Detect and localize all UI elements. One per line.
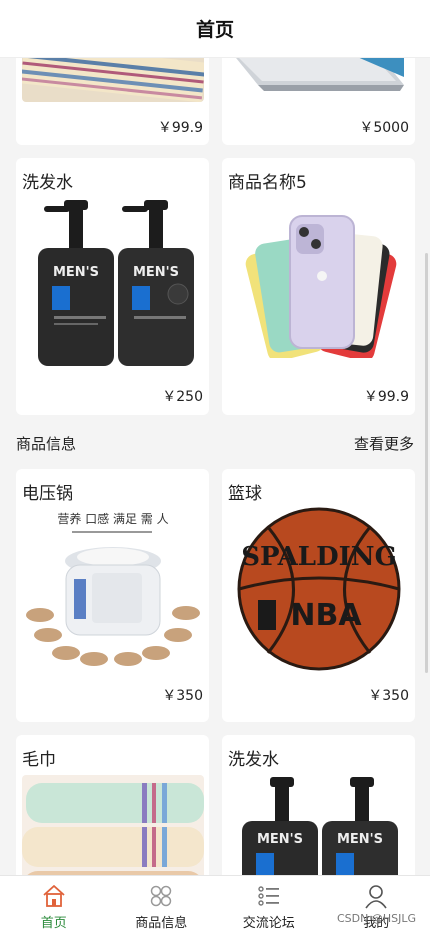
product-price: ￥99.9: [157, 120, 203, 136]
tab-products[interactable]: 商品信息: [108, 876, 216, 935]
laptop-image: [228, 58, 410, 95]
product-card[interactable]: ￥5000: [222, 58, 415, 145]
svg-text:MEN'S: MEN'S: [337, 832, 383, 847]
product-card[interactable]: ￥99.9: [16, 58, 209, 145]
product-price: ￥250: [162, 389, 203, 405]
top-nav-bar: 首页: [0, 0, 430, 58]
bottom-tab-bar: 首页 商品信息 交流论坛 我的: [0, 875, 430, 935]
product-name: 电压锅: [22, 484, 73, 504]
shampoo-image: MEN'S MEN'S: [228, 775, 410, 875]
page-title: 首页: [195, 19, 234, 41]
product-card[interactable]: 电压锅 营养 口感 满足 需 人 ￥350: [16, 469, 209, 722]
svg-text:SPALDING: SPALDING: [241, 542, 397, 572]
product-price: ￥5000: [359, 120, 409, 136]
tab-label: 商品信息: [135, 916, 188, 931]
user-icon: [365, 885, 387, 909]
tab-label: 交流论坛: [242, 916, 295, 931]
product-name: 洗发水: [22, 173, 73, 193]
product-name: 商品名称5: [228, 173, 307, 193]
view-more-link[interactable]: 查看更多: [354, 433, 414, 454]
svg-text:MEN'S: MEN'S: [257, 832, 303, 847]
towel-image: [22, 58, 204, 102]
product-card[interactable]: 毛巾: [16, 735, 209, 875]
basketball-image: SPALDING NBA: [228, 507, 410, 672]
svg-text:MEN'S: MEN'S: [133, 265, 179, 280]
tab-forum[interactable]: 交流论坛: [215, 876, 323, 935]
product-card[interactable]: 商品名称5 ￥99.9: [222, 158, 415, 415]
svg-text:营养 口感 满足 需 人: 营养 口感 满足 需 人: [57, 511, 168, 526]
home-scroll-area[interactable]: ￥99.9 ￥5000 洗发水 MEN'S MEN'S ￥250 商品名称5 ￥…: [0, 58, 430, 875]
section-title: 商品信息: [16, 434, 77, 453]
rice-cooker-image: 营养 口感 满足 需 人: [22, 509, 204, 669]
towel-image: [22, 775, 204, 875]
product-name: 毛巾: [22, 750, 56, 770]
list-icon: [258, 886, 279, 906]
product-name: 篮球: [228, 484, 262, 504]
section-header: 商品信息 查看更多: [0, 430, 430, 456]
product-card[interactable]: 篮球 SPALDING NBA ￥350: [222, 469, 415, 722]
product-card[interactable]: 洗发水 MEN'S MEN'S: [222, 735, 415, 875]
tab-home[interactable]: 首页: [0, 876, 108, 935]
tab-profile[interactable]: 我的: [323, 876, 430, 935]
svg-text:NBA: NBA: [290, 598, 362, 633]
product-price: ￥350: [162, 688, 203, 704]
home-icon: [43, 885, 65, 907]
product-price: ￥350: [368, 688, 409, 704]
svg-text:MEN'S: MEN'S: [53, 265, 99, 280]
product-price: ￥99.9: [363, 389, 409, 405]
phone-image: [228, 208, 410, 358]
scrollbar[interactable]: [425, 253, 428, 673]
shampoo-image: MEN'S MEN'S: [22, 198, 204, 368]
product-name: 洗发水: [228, 750, 279, 770]
grid-icon: [151, 885, 172, 907]
tab-label: 首页: [40, 916, 67, 931]
product-card[interactable]: 洗发水 MEN'S MEN'S ￥250: [16, 158, 209, 415]
watermark: CSDN @HSJLG: [336, 912, 416, 925]
